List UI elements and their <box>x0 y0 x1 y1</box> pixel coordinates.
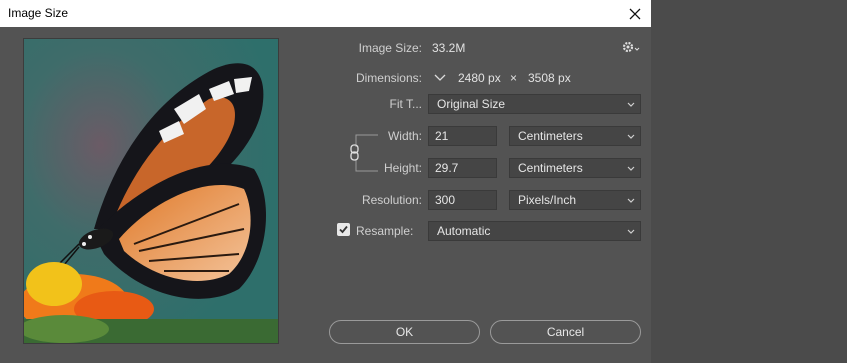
chevron-down-icon <box>627 229 635 234</box>
close-button[interactable] <box>619 0 651 27</box>
cancel-button[interactable]: Cancel <box>490 320 641 344</box>
dimensions-height-value: 3508 px <box>528 71 571 85</box>
chevron-down-icon <box>627 102 635 107</box>
resolution-label: Resolution: <box>361 193 422 207</box>
dimensions-width-value: 2480 px <box>458 71 501 85</box>
resolution-input[interactable] <box>428 190 497 210</box>
height-unit-value: Centimeters <box>518 161 583 175</box>
gear-icon <box>622 41 640 53</box>
chevron-down-icon <box>434 74 446 81</box>
dimensions-dropdown[interactable] <box>430 70 450 86</box>
image-preview <box>23 38 279 344</box>
resample-checkbox[interactable] <box>337 223 350 236</box>
width-input[interactable] <box>428 126 497 146</box>
width-label: Width: <box>387 129 422 143</box>
fit-to-label: Fit T... <box>389 97 422 111</box>
resample-value: Automatic <box>437 224 491 238</box>
close-icon <box>629 8 641 19</box>
image-size-label: Image Size: <box>358 41 422 55</box>
title-bar: Image Size <box>0 0 651 27</box>
butterfly-image <box>24 39 278 343</box>
fit-to-dropdown[interactable]: Original Size <box>428 94 641 114</box>
dimensions-times: × <box>510 71 518 85</box>
dimensions-label: Dimensions: <box>355 71 422 85</box>
window-title: Image Size <box>8 6 69 20</box>
fit-to-value: Original Size <box>437 97 506 111</box>
chevron-down-icon <box>627 166 635 171</box>
image-size-value: 33.2M <box>432 41 466 55</box>
resolution-unit-value: Pixels/Inch <box>518 193 577 207</box>
chevron-down-icon <box>627 198 635 203</box>
resolution-unit-dropdown[interactable]: Pixels/Inch <box>509 190 641 210</box>
width-unit-value: Centimeters <box>518 129 583 143</box>
background-area <box>651 0 847 363</box>
chevron-down-icon <box>627 134 635 139</box>
ok-button[interactable]: OK <box>329 320 480 344</box>
resample-dropdown[interactable]: Automatic <box>428 221 641 241</box>
width-unit-dropdown[interactable]: Centimeters <box>509 126 641 146</box>
height-label: Height: <box>383 161 422 175</box>
height-unit-dropdown[interactable]: Centimeters <box>509 158 641 178</box>
check-icon <box>339 225 348 234</box>
resample-label: Resample: <box>356 224 414 238</box>
height-input[interactable] <box>428 158 497 178</box>
gear-button[interactable] <box>622 40 640 57</box>
